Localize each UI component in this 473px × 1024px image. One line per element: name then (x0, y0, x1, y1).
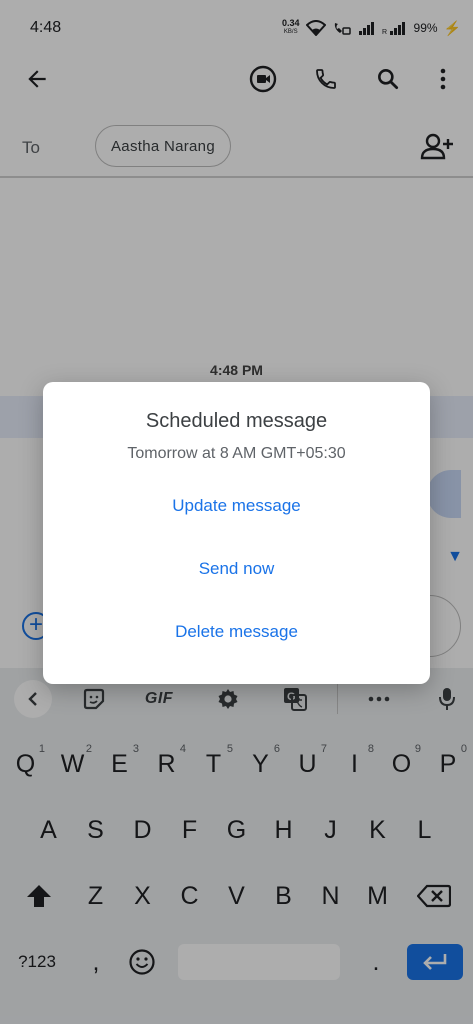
send-now-button[interactable]: Send now (43, 545, 430, 593)
update-message-button[interactable]: Update message (43, 482, 430, 530)
dialog-subtitle: Tomorrow at 8 AM GMT+05:30 (127, 445, 346, 462)
dialog-title: Scheduled message (145, 410, 328, 432)
scheduled-message-dialog: Scheduled message Tomorrow at 8 AM GMT+0… (43, 382, 430, 684)
delete-message-button[interactable]: Delete message (43, 608, 430, 656)
